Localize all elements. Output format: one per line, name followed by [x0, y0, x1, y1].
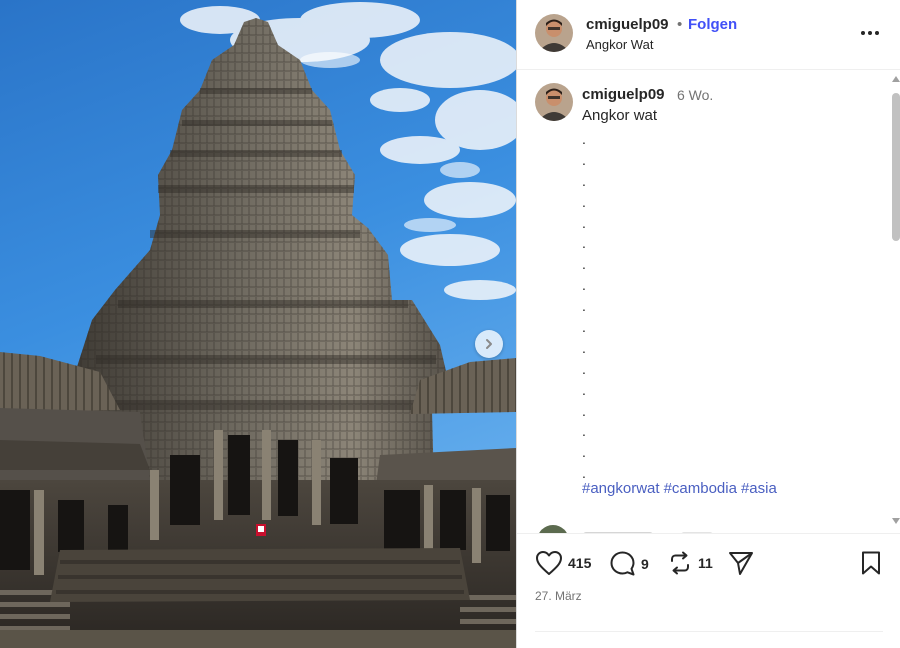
- caption-dot-line: .: [582, 172, 586, 189]
- more-options-button[interactable]: [857, 20, 883, 46]
- separator-dot: •: [677, 16, 683, 33]
- next-comment-avatar[interactable]: [537, 525, 569, 533]
- caption-dot-line: .: [582, 423, 586, 440]
- repost-icon: [671, 551, 689, 575]
- post-header: cmiguelp09 • Folgen Angkor Wat: [517, 0, 900, 70]
- caption-hashtags: #angkorwat #cambodia #asia: [582, 480, 781, 497]
- scroll-down-arrow-icon[interactable]: [891, 517, 900, 525]
- like-button[interactable]: 415: [535, 550, 591, 576]
- caption-username[interactable]: cmiguelp09: [582, 86, 665, 103]
- caption-dot-line: .: [582, 402, 586, 419]
- angkor-wat-image: [0, 0, 516, 648]
- caption-dots: . . . . . . . . . . . . . . . . .: [582, 129, 592, 484]
- profile-picture: [535, 83, 573, 121]
- post-photo[interactable]: [0, 0, 516, 648]
- post-date: 27. März: [535, 589, 582, 603]
- caption-dot-line: .: [582, 319, 586, 336]
- post-location[interactable]: Angkor Wat: [586, 37, 653, 52]
- divider: [535, 631, 883, 632]
- caption-dot-line: .: [582, 339, 586, 356]
- save-button[interactable]: [859, 550, 883, 576]
- caption-dot-line: .: [582, 444, 586, 461]
- caption-dot-line: .: [582, 193, 586, 210]
- more-horizontal-icon: [861, 31, 879, 35]
- comments-section[interactable]: cmiguelp09 6 Wo. Angkor wat . . . . . . …: [517, 71, 900, 533]
- comment-button[interactable]: 9: [609, 550, 649, 577]
- scrollbar-thumb[interactable]: [892, 93, 900, 241]
- share-icon: [729, 552, 753, 575]
- caption-time: 6 Wo.: [677, 87, 714, 103]
- bookmark-icon: [862, 551, 880, 575]
- hashtag-link[interactable]: #cambodia: [664, 480, 737, 497]
- caption-dot-line: .: [582, 256, 586, 273]
- caption-dot-line: .: [582, 360, 586, 377]
- comment-icon: [610, 551, 635, 576]
- post-actions: 415 9 11 27. März: [517, 533, 900, 648]
- likes-count[interactable]: 415: [568, 555, 591, 571]
- heart-icon: [536, 551, 562, 575]
- reposts-count[interactable]: 11: [698, 555, 713, 571]
- caption-dot-line: .: [582, 151, 586, 168]
- next-photo-button[interactable]: [475, 330, 503, 358]
- follow-button[interactable]: Folgen: [688, 16, 737, 33]
- post-viewer: cmiguelp09 • Folgen Angkor Wat cmiguelp0…: [0, 0, 900, 648]
- post-side-panel: cmiguelp09 • Folgen Angkor Wat cmiguelp0…: [516, 0, 900, 648]
- caption-dot-line: .: [582, 131, 586, 147]
- post-author-username[interactable]: cmiguelp09: [586, 16, 669, 33]
- share-button[interactable]: [727, 550, 755, 576]
- repost-button[interactable]: 11: [667, 550, 713, 576]
- caption-text: Angkor wat: [582, 107, 658, 124]
- caption-avatar[interactable]: [535, 83, 573, 121]
- avatar[interactable]: [535, 14, 573, 52]
- caption-dot-line: .: [582, 298, 586, 315]
- caption-dot-line: .: [582, 235, 586, 252]
- profile-picture: [535, 14, 573, 52]
- comments-scrollbar[interactable]: [889, 71, 900, 533]
- scroll-up-arrow-icon[interactable]: [891, 75, 900, 83]
- comments-count[interactable]: 9: [641, 556, 649, 572]
- hashtag-link[interactable]: #angkorwat: [582, 480, 660, 497]
- caption-dot-line: .: [582, 381, 586, 398]
- caption-dot-line: .: [582, 214, 586, 231]
- caption-dot-line: .: [582, 277, 586, 294]
- chevron-right-icon: [486, 339, 492, 349]
- hashtag-link[interactable]: #asia: [741, 480, 777, 497]
